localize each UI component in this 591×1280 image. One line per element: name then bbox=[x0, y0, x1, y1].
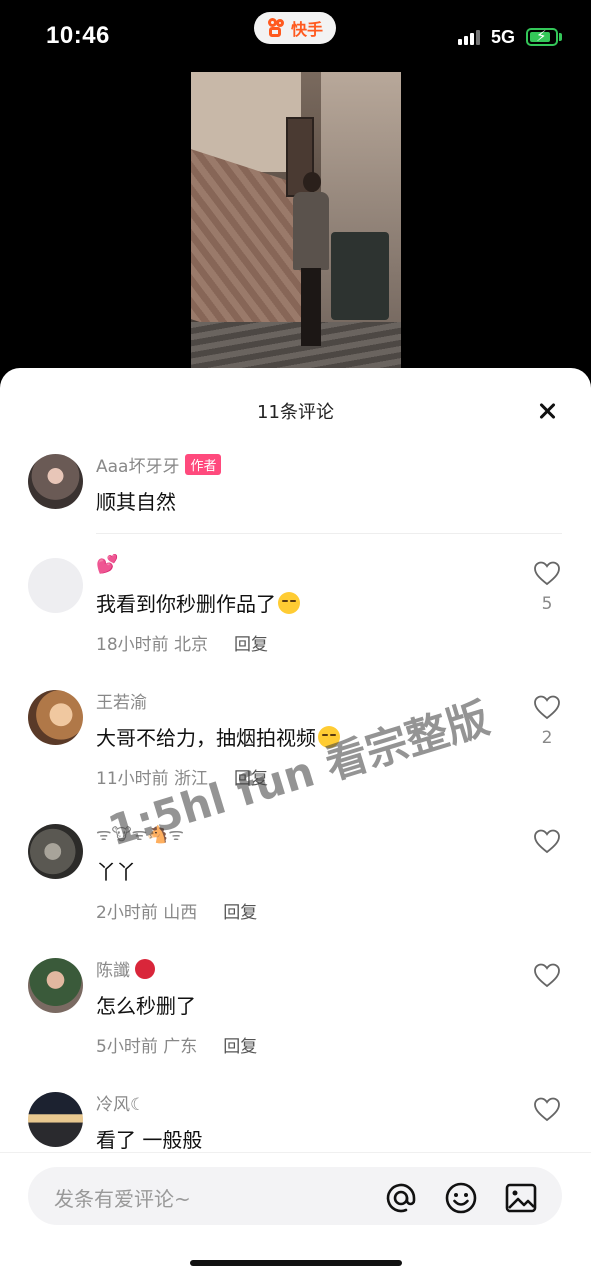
heart-icon[interactable] bbox=[533, 962, 561, 988]
sofa bbox=[331, 232, 389, 320]
signal-icon bbox=[458, 30, 480, 45]
kuaishou-logo-icon bbox=[267, 18, 287, 38]
reply-button[interactable]: 回复 bbox=[223, 903, 257, 923]
comment-text: 顺其自然 bbox=[96, 490, 176, 514]
comment-time: 18小时前 bbox=[96, 635, 169, 655]
video-preview[interactable] bbox=[191, 72, 401, 368]
heart-icon[interactable] bbox=[533, 1096, 561, 1122]
status-bar: 10:46 快手 5G ⚡ bbox=[0, 0, 591, 72]
comment-author[interactable]: 王若渝 bbox=[96, 688, 147, 713]
avatar[interactable] bbox=[28, 1092, 83, 1147]
comment-text: 丫丫 bbox=[96, 860, 136, 884]
devil-emoji-icon bbox=[135, 959, 156, 979]
divider bbox=[96, 533, 562, 534]
comment-count-title: 11条评论 bbox=[257, 402, 334, 423]
comment-author[interactable]: 冷风☾ bbox=[96, 1090, 145, 1115]
avatar[interactable] bbox=[28, 454, 83, 509]
comment-sheet: 11条评论 Aaa坏牙牙 作者 顺其自然 💕 我看到你秒删作品了 18小时前 北京… bbox=[0, 368, 591, 1280]
heart-icon[interactable] bbox=[533, 560, 561, 586]
like-count: 2 bbox=[541, 728, 553, 748]
reply-button[interactable]: 回复 bbox=[223, 1037, 257, 1057]
image-icon[interactable] bbox=[504, 1181, 538, 1215]
comment-text: 我看到你秒删作品了 bbox=[96, 592, 276, 616]
comment-text: 怎么秒删了 bbox=[96, 994, 196, 1018]
smirk-emoji-icon bbox=[278, 592, 300, 614]
comment-author[interactable]: Aaa坏牙牙 bbox=[96, 457, 179, 477]
comment-time: 5小时前 bbox=[96, 1037, 158, 1057]
like-count: 5 bbox=[541, 594, 553, 614]
heart-icon[interactable] bbox=[533, 694, 561, 720]
battery-icon: ⚡ bbox=[526, 27, 558, 46]
app-indicator[interactable]: 快手 bbox=[254, 12, 336, 44]
emoji-icon[interactable] bbox=[444, 1181, 478, 1215]
avatar[interactable] bbox=[28, 958, 83, 1013]
comment-author[interactable]: 陈讖 bbox=[96, 961, 130, 981]
status-time: 10:46 bbox=[46, 22, 110, 49]
comment-location: 北京 bbox=[174, 635, 209, 655]
avatar[interactable] bbox=[28, 558, 83, 613]
comment-location: 广东 bbox=[163, 1037, 198, 1057]
comment-author[interactable]: 💕 bbox=[96, 554, 118, 575]
at-icon[interactable] bbox=[384, 1181, 418, 1215]
author-badge: 作者 bbox=[185, 454, 222, 475]
avatar[interactable] bbox=[28, 824, 83, 879]
home-indicator[interactable] bbox=[190, 1260, 402, 1266]
person-figure bbox=[291, 172, 329, 352]
comment-location: 山西 bbox=[163, 903, 198, 923]
comment-text: 看了 一般般 bbox=[96, 1128, 203, 1152]
reply-button[interactable]: 回复 bbox=[234, 635, 268, 655]
avatar[interactable] bbox=[28, 690, 83, 745]
comment-input-placeholder: 发条有爱评论~ bbox=[54, 1187, 191, 1211]
comment-input[interactable]: 发条有爱评论~ bbox=[28, 1167, 562, 1225]
comment-time: 2小时前 bbox=[96, 903, 158, 923]
network-type: 5G bbox=[491, 27, 516, 47]
heart-icon[interactable] bbox=[533, 828, 561, 854]
app-name: 快手 bbox=[290, 20, 323, 39]
battery-cap bbox=[559, 33, 562, 41]
close-icon[interactable] bbox=[536, 400, 560, 424]
